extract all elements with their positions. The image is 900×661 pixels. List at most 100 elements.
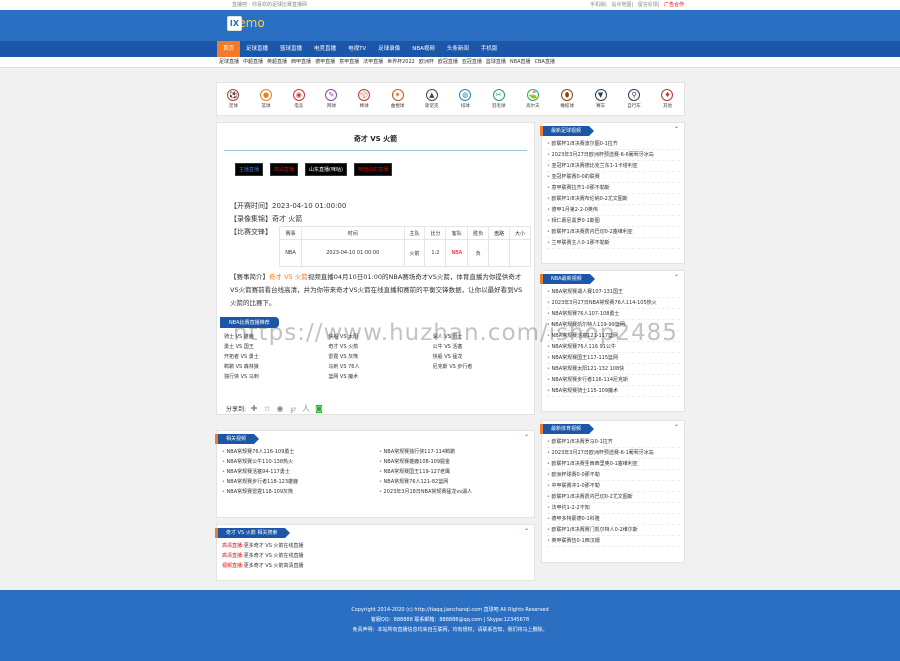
- video-list-item[interactable]: 亚冠杯1/8决赛德比克兰东1-1卡塔利亚: [547, 161, 680, 172]
- site-logo[interactable]: IX Demo: [227, 15, 265, 31]
- subnav-item[interactable]: 西甲直播: [291, 57, 311, 68]
- video-list-item[interactable]: 欧联杯1/8决赛费内巴切0-2尤文图斯: [547, 492, 680, 503]
- related-video-item[interactable]: NBA常规赛国王119-127老鹰: [379, 467, 530, 477]
- nav-football-live[interactable]: 足球直播: [240, 41, 274, 57]
- video-list-item[interactable]: 兰甲联赛主人0-1那不勒斯: [547, 238, 680, 249]
- video-list-item[interactable]: 欧联杯1/8决赛费内巴切0-2塞维利亚: [547, 227, 680, 238]
- subnav-item[interactable]: CBA直播: [535, 57, 555, 68]
- subnav-item[interactable]: 意甲直播: [339, 57, 359, 68]
- video-list-item[interactable]: 欧联杯1/8决赛布伦纳0-2尤文图斯: [547, 194, 680, 205]
- feedback-link[interactable]: 留言反馈: [638, 2, 658, 8]
- nav-esports-live[interactable]: 电竞直播: [308, 41, 342, 57]
- nav-mobile[interactable]: 手机版: [475, 41, 504, 57]
- subnav-item[interactable]: 欧洲杯: [419, 57, 434, 68]
- sport-volleyball[interactable]: ◍ 排球: [459, 89, 472, 109]
- related-video-item[interactable]: NBA常规赛独行侠117-114鹈鹕: [379, 447, 530, 457]
- video-list-item[interactable]: 欧联杯1/8决赛圣西西里奥0-1塞维利亚: [547, 459, 680, 470]
- related-search-text[interactable]: 更多奇才 VS 火箭在线直播: [244, 543, 304, 549]
- weibo-icon[interactable]: ◉: [275, 403, 285, 413]
- sport-rugby[interactable]: ⬮ 橄榄球: [560, 89, 574, 109]
- video-list-item[interactable]: NBA常规赛骑士115-109魔术: [547, 386, 680, 397]
- video-list-item[interactable]: 2023年3月27日欧洲杯预选赛-6-1葡萄牙冰岛: [547, 448, 680, 459]
- stream-button-3[interactable]: 山东直播(咪咕): [305, 163, 347, 176]
- video-list-item[interactable]: 中甲联赛冲1-0那不勒: [547, 481, 680, 492]
- related-live-item[interactable]: 尼克斯 VS 步行者: [429, 362, 533, 372]
- sport-badminton[interactable]: ✂ 羽毛球: [492, 89, 505, 109]
- subnav-item[interactable]: 足球直播: [219, 57, 239, 68]
- sport-tennis[interactable]: ✎ 网球: [325, 89, 338, 109]
- related-live-item[interactable]: 开拓者 VS 勇士: [220, 352, 324, 362]
- related-video-item[interactable]: NBA常规赛雷霆118-109灰熊: [222, 487, 373, 497]
- related-video-item[interactable]: NBA常规赛76人116-109勇士: [222, 447, 373, 457]
- related-video-item[interactable]: NBA常规赛76人121-82篮网: [379, 477, 530, 487]
- sport-cycling[interactable]: ⚲ 自行车: [627, 89, 641, 109]
- video-list-item[interactable]: 欧联杯1/8决赛罗马0-1拉齐: [547, 437, 680, 448]
- nav-nba-video[interactable]: NBA视频: [406, 41, 441, 57]
- related-search-text[interactable]: 更多奇才 VS 火箭在线直播: [244, 553, 304, 559]
- chevron-down-icon[interactable]: ⌄: [674, 271, 679, 278]
- nav-football-replay[interactable]: 足球录像: [372, 41, 406, 57]
- video-list-item[interactable]: 2023年3月27日NBA常规赛76人114-105热火: [547, 298, 680, 309]
- subnav-item[interactable]: 中超直播: [243, 57, 263, 68]
- video-list-item[interactable]: 英甲联赛伍0-1西汉姆: [547, 536, 680, 547]
- video-list-item[interactable]: 德甲1月第2-2-0英伟: [547, 205, 680, 216]
- subnav-item[interactable]: 世界杯2022: [387, 57, 415, 68]
- related-search-item[interactable]: 高清直播:更多奇才 VS 火箭在线直播: [222, 551, 530, 561]
- sport-soccer[interactable]: ⚽ 足球: [227, 89, 240, 109]
- chevron-down-icon[interactable]: ⌄: [674, 421, 679, 428]
- renren-icon[interactable]: 人: [301, 403, 311, 413]
- chevron-down-icon[interactable]: ⌄: [524, 431, 529, 438]
- stream-button-1[interactable]: 主播直播: [235, 163, 264, 176]
- related-live-item[interactable]: 独行侠 VS 马刺: [220, 372, 324, 382]
- video-list-item[interactable]: NBA常规赛太阳121-132 108快: [547, 364, 680, 375]
- chevron-down-icon[interactable]: ⌄: [524, 525, 529, 532]
- video-list-item[interactable]: 欧洲杯球赛0-0那不勒: [547, 470, 680, 481]
- sport-other-sports[interactable]: ♦ 其他: [661, 89, 674, 109]
- related-search-text[interactable]: 更多奇才 VS 火箭高清直播: [244, 563, 304, 569]
- related-live-item[interactable]: 快船 VS 猛龙: [429, 352, 533, 362]
- video-list-item[interactable]: 亚冠杯联赛0-0的联赛: [547, 172, 680, 183]
- chevron-down-icon[interactable]: ⌄: [674, 123, 679, 130]
- related-search-item[interactable]: 高清直播:更多奇才 VS 火箭在线直播: [222, 541, 530, 551]
- sitemap-link[interactable]: 站点地图: [611, 2, 631, 8]
- video-list-item[interactable]: 意甲联赛拉齐1-0那不勒斯: [547, 183, 680, 194]
- video-list-item[interactable]: 欧联杯1/8决赛波尔图0-1拉齐: [547, 139, 680, 150]
- video-list-item[interactable]: 拜仁慕尼黑罗0-1斯图: [547, 216, 680, 227]
- stream-button-2[interactable]: 高清直播: [270, 163, 299, 176]
- related-live-item[interactable]: 鹈鹕 VS 森林狼: [220, 362, 324, 372]
- sport-racing[interactable]: ▼ 赛车: [594, 89, 607, 109]
- subnav-item[interactable]: 篮球直播: [486, 57, 506, 68]
- video-list-item[interactable]: NBA常规赛步行者116-114尼克斯: [547, 375, 680, 386]
- video-list-item[interactable]: NBA常规赛国王117-115篮网: [547, 353, 680, 364]
- ad-link[interactable]: 广告合作: [664, 2, 684, 8]
- related-search-item[interactable]: 视频直播:更多奇才 VS 火箭高清直播: [222, 561, 530, 571]
- related-video-item[interactable]: NBA常规赛活塞94-117勇士: [222, 467, 373, 477]
- star-icon[interactable]: ☆: [262, 403, 272, 413]
- wechat-icon[interactable]: ◙: [314, 403, 324, 413]
- subnav-item[interactable]: NBA直播: [510, 57, 531, 68]
- subnav-item[interactable]: 亚冠直播: [462, 57, 482, 68]
- video-list-item[interactable]: 德甲多特蒙德0-1科隆: [547, 514, 680, 525]
- related-video-item[interactable]: NBA常规赛公牛110-138热火: [222, 457, 373, 467]
- video-list-item[interactable]: 欧联杯1/8决赛赛门凯尔特人0-2维尔斯: [547, 525, 680, 536]
- sport-golf[interactable]: ⛳ 高尔夫: [526, 89, 540, 109]
- related-video-item[interactable]: NBA常规赛步行者118-123雄鹿: [222, 477, 373, 487]
- sport-esports[interactable]: ◉ 电竞: [292, 89, 305, 109]
- related-live-item[interactable]: 雷霆 VS 灰熊: [324, 352, 428, 362]
- video-list-item[interactable]: NBA常规赛76人107-108勇士: [547, 309, 680, 320]
- subnav-item[interactable]: 欧冠直播: [438, 57, 458, 68]
- video-list-item[interactable]: 法甲约1-2-2不知: [547, 503, 680, 514]
- sport-snooker[interactable]: ▲ 斯诺克: [425, 89, 439, 109]
- stream-button-4[interactable]: 咪咕山东直播: [353, 163, 392, 176]
- related-live-item[interactable]: 马刺 VS 76人: [324, 362, 428, 372]
- nav-news[interactable]: 头条新闻: [441, 41, 475, 57]
- sport-basketball[interactable]: ● 篮球: [260, 89, 273, 109]
- sport-baseball[interactable]: ⚾ 棒球: [358, 89, 371, 109]
- nav-tv[interactable]: 电视TV: [342, 41, 372, 57]
- subnav-item[interactable]: 法甲直播: [363, 57, 383, 68]
- related-video-item[interactable]: 2023年3月18日NBA常规赛猛龙vs湖人: [379, 487, 530, 497]
- subnav-item[interactable]: 英超直播: [267, 57, 287, 68]
- intro-highlight[interactable]: 奇才 VS 火箭: [269, 273, 308, 281]
- related-live-item[interactable]: 篮网 VS 魔术: [324, 372, 428, 382]
- plus-icon[interactable]: ✚: [249, 403, 259, 413]
